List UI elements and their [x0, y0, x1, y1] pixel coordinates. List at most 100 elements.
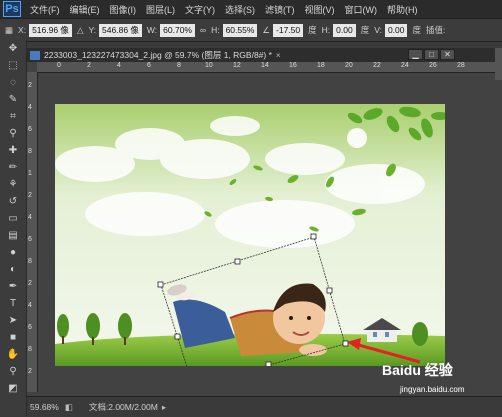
gradient-tool-icon[interactable]: ▤ — [0, 227, 26, 244]
menu-edit[interactable]: 编辑(E) — [65, 3, 105, 16]
lasso-tool-icon[interactable]: ◌ — [0, 74, 26, 91]
healing-brush-tool-icon[interactable]: ✚ — [0, 142, 26, 159]
ruler-v-label: 2 — [28, 280, 32, 287]
ruler-h-label: 16 — [289, 62, 297, 69]
height-field[interactable]: 60.55% — [222, 23, 258, 37]
ruler-v-label: 8 — [28, 346, 32, 353]
close-tab-icon[interactable]: × — [276, 51, 281, 60]
document-title: 2233003_123227473304_2.jpg @ 59.7% (图层 1… — [44, 50, 272, 60]
close-window-button[interactable]: ✕ — [440, 49, 455, 60]
eyedropper-tool-icon[interactable]: ⚲ — [0, 125, 26, 142]
canvas-image — [55, 104, 445, 366]
status-bar: 59.68% ◧ 文档:2.00M/2.00M ▸ — [27, 396, 502, 417]
document-size: 文档:2.00M/2.00M — [88, 402, 158, 412]
link-icon[interactable]: ∞ — [200, 25, 206, 35]
ruler-v-label: 2 — [28, 368, 32, 375]
color-swatches-icon[interactable]: ◩ — [0, 380, 26, 397]
angle-unit: 度 — [308, 25, 317, 35]
vskew-label: V: — [374, 25, 382, 35]
menu-select[interactable]: 选择(S) — [220, 3, 260, 16]
ruler-h-label: 14 — [261, 62, 269, 69]
ruler-v-label: 8 — [28, 148, 32, 155]
vskew-unit: 度 — [412, 25, 421, 35]
ruler-v-label: 4 — [28, 214, 32, 221]
h-label: H: — [211, 25, 220, 35]
eraser-tool-icon[interactable]: ▭ — [0, 210, 26, 227]
move-tool-icon[interactable]: ✥ — [0, 40, 26, 57]
ruler-h-label: 4 — [117, 62, 121, 69]
hskew-field[interactable]: 0.00 — [333, 23, 356, 37]
menu-view[interactable]: 视图(V) — [300, 3, 340, 16]
vskew-field[interactable]: 0.00 — [384, 23, 408, 37]
menu-file[interactable]: 文件(F) — [25, 3, 65, 16]
x-label: X: — [18, 25, 27, 35]
ruler-h-label: 2 — [87, 62, 91, 69]
ruler-v-label: 2 — [28, 82, 32, 89]
ruler-v-label: 1 — [28, 170, 32, 177]
sun-glow — [347, 128, 367, 148]
reference-point-icon[interactable]: ▦ — [5, 25, 13, 36]
maximize-button[interactable]: □ — [424, 49, 439, 60]
menu-help[interactable]: 帮助(H) — [382, 3, 423, 16]
ruler-v-label: 6 — [28, 126, 32, 133]
clone-stamp-tool-icon[interactable]: ⚘ — [0, 176, 26, 193]
hskew-unit: 度 — [360, 25, 370, 35]
pen-tool-icon[interactable]: ✒ — [0, 278, 26, 295]
ruler-h-label: 0 — [57, 62, 61, 69]
menu-layer[interactable]: 图层(L) — [141, 3, 180, 16]
zoom-tool-icon[interactable]: ⚲ — [0, 363, 26, 380]
ruler-v-label: 6 — [28, 236, 32, 243]
quick-select-tool-icon[interactable]: ✎ — [0, 91, 26, 108]
type-tool-icon[interactable]: T — [0, 295, 26, 312]
angle-field[interactable]: -17.50 — [273, 23, 304, 37]
panel-tab[interactable] — [495, 48, 502, 62]
ruler-h-label: 12 — [233, 62, 241, 69]
ruler-v-label: 4 — [28, 104, 32, 111]
document-canvas[interactable] — [55, 104, 445, 366]
width-field[interactable]: 60.70% — [160, 23, 195, 37]
shape-tool-icon[interactable]: ■ — [0, 329, 26, 346]
status-arrow-icon[interactable]: ▸ — [162, 402, 166, 413]
marquee-tool-icon[interactable]: ⬚ — [0, 57, 26, 74]
blur-tool-icon[interactable]: ● — [0, 244, 26, 261]
x-position-field[interactable]: 516.96 像 — [29, 23, 72, 37]
interpolation-label[interactable]: 插值: — [426, 24, 445, 36]
hand-tool-icon[interactable]: ✋ — [0, 346, 26, 363]
menu-window[interactable]: 窗口(W) — [340, 3, 383, 16]
tools-panel: ✥ ⬚ ◌ ✎ ⌗ ⚲ ✚ ✏ ⚘ ↺ ▭ ▤ ● ◐ ✒ T ➤ ■ ✋ ⚲ … — [0, 40, 27, 416]
rotate-angle-icon: ∠ — [262, 24, 271, 35]
zoom-level[interactable]: 59.68% — [30, 402, 59, 412]
minimize-button[interactable]: ▁ — [408, 49, 423, 60]
path-selection-tool-icon[interactable]: ➤ — [0, 312, 26, 329]
crop-tool-icon[interactable]: ⌗ — [0, 108, 26, 125]
vertical-ruler[interactable]: 2 4 6 8 1 2 4 6 8 2 4 6 8 2 — [27, 72, 38, 392]
menu-type[interactable]: 文字(Y) — [180, 3, 220, 16]
history-brush-tool-icon[interactable]: ↺ — [0, 193, 26, 210]
options-bar: ▦ X: 516.96 像 △ Y: 546.86 像 W: 60.70% ∞ … — [0, 18, 502, 42]
ruler-h-label: 6 — [147, 62, 151, 69]
ruler-v-label: 4 — [28, 302, 32, 309]
photoshop-logo: Ps — [3, 1, 21, 17]
ruler-h-label: 22 — [373, 62, 381, 69]
horizontal-ruler[interactable]: 0 2 4 6 8 10 12 14 16 18 20 22 24 26 28 — [37, 62, 502, 73]
menu-filter[interactable]: 滤镜(T) — [260, 3, 300, 16]
dodge-tool-icon[interactable]: ◐ — [0, 261, 26, 278]
panel-tab[interactable] — [495, 66, 502, 80]
delta-icon[interactable]: △ — [77, 25, 84, 36]
ruler-h-label: 10 — [205, 62, 213, 69]
ruler-h-label: 18 — [317, 62, 325, 69]
ruler-h-label: 8 — [177, 62, 181, 69]
w-label: W: — [146, 25, 158, 35]
ruler-h-label: 24 — [401, 62, 409, 69]
ruler-v-label: 6 — [28, 324, 32, 331]
brush-tool-icon[interactable]: ✏ — [0, 159, 26, 176]
psd-file-icon — [30, 50, 40, 60]
ruler-h-label: 26 — [429, 62, 437, 69]
ruler-v-label: 2 — [28, 192, 32, 199]
watermark-url: jingyan.baidu.com — [400, 385, 465, 394]
status-info-icon[interactable]: ◧ — [65, 402, 73, 413]
ruler-v-label: 8 — [28, 258, 32, 265]
y-position-field[interactable]: 546.86 像 — [99, 23, 142, 37]
ruler-h-label: 28 — [457, 62, 465, 69]
menu-image[interactable]: 图像(I) — [105, 3, 142, 16]
